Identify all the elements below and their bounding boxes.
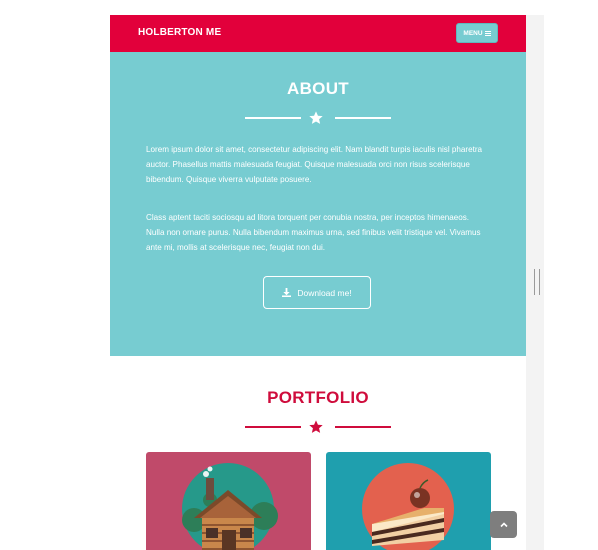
download-icon [282,288,292,297]
cake-slice-icon [362,463,454,550]
brand-logo[interactable]: HOLBERTON ME [138,27,221,38]
bars-icon [484,30,491,36]
portfolio-item-cake[interactable] [326,452,491,550]
about-divider [110,111,526,125]
divider-line-left [245,117,301,119]
divider-line-right [335,426,391,428]
download-label: Download me! [297,287,352,298]
portfolio-title: PORTFOLIO [267,388,369,407]
download-button[interactable]: Download me! [263,276,371,309]
star-icon [309,111,323,124]
portfolio-divider [110,420,526,434]
about-title: ABOUT [287,79,349,98]
chevron-up-icon [499,521,508,527]
about-paragraph-2: Class aptent taciti sociosqu ad litora t… [146,213,481,252]
portfolio-item-cabin[interactable] [146,452,311,550]
divider-line-right [335,117,391,119]
page-viewport: HOLBERTON ME MENU ABOUT Lorem ipsum dolo… [110,15,526,550]
about-paragraph-1: Lorem ipsum dolor sit amet, consectetur … [146,145,483,184]
resize-handle[interactable] [534,269,540,295]
menu-button[interactable]: MENU [456,23,498,43]
star-icon [309,420,323,433]
about-section: ABOUT Lorem ipsum dolor sit amet, consec… [110,52,526,356]
menu-label: MENU [463,29,483,37]
divider-line-left [245,426,301,428]
navbar: HOLBERTON ME MENU [110,15,526,52]
scroll-top-button[interactable] [490,511,517,538]
log-cabin-icon [182,463,278,550]
